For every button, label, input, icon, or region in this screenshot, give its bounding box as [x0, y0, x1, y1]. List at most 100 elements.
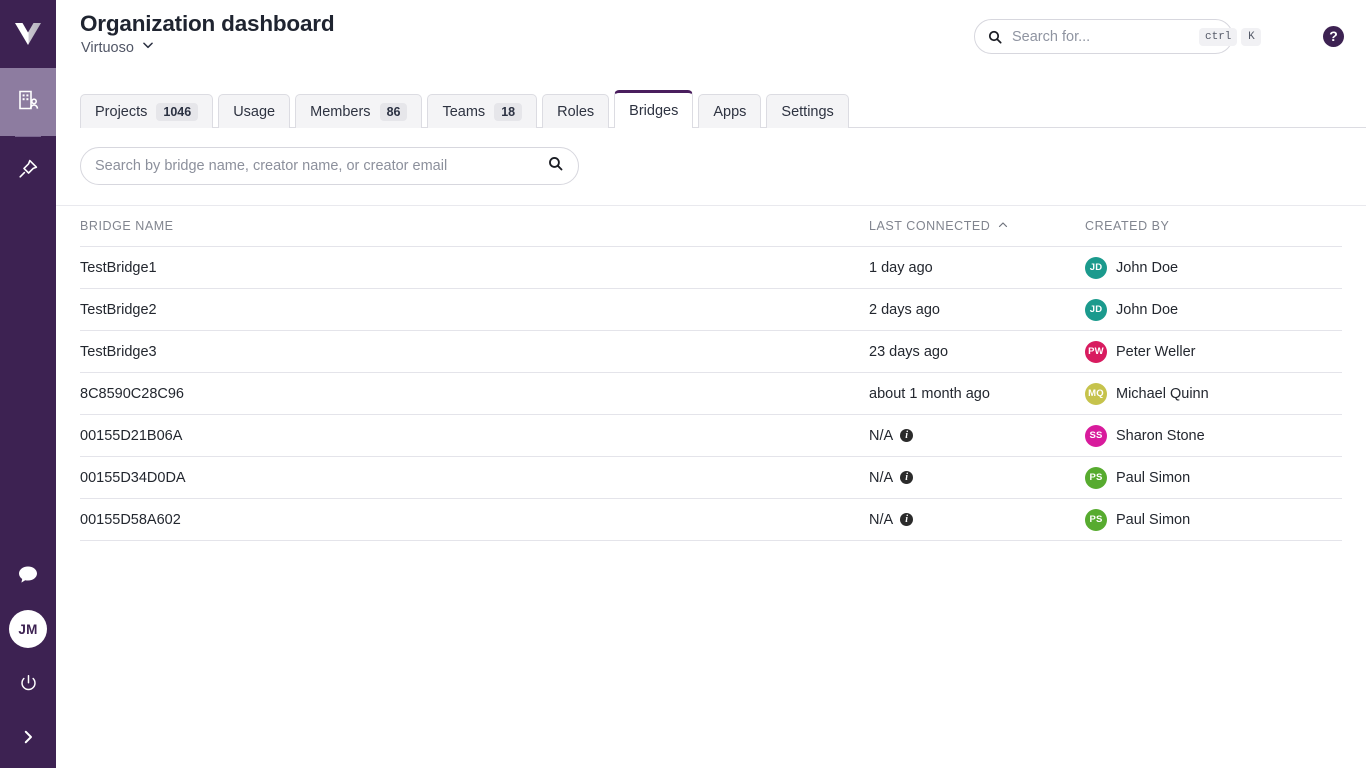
tab-label: Usage [233, 104, 275, 120]
avatar: JD [1085, 299, 1107, 321]
table-row-separator [80, 540, 1342, 541]
info-icon[interactable]: i [900, 429, 913, 442]
table-row[interactable]: TestBridge11 day agoJDJohn Doe [56, 247, 1366, 288]
avatar: PW [1085, 341, 1107, 363]
table-row[interactable]: TestBridge22 days ago JD John Doe [56, 289, 1366, 330]
organization-building-user-icon [16, 88, 40, 117]
search-icon [987, 29, 1003, 45]
cell-bridge-name: 00155D21B06A [80, 428, 869, 444]
cell-last-connected: about 1 month ago [869, 386, 1085, 402]
avatar: PS [1085, 467, 1107, 489]
info-icon[interactable]: i [900, 471, 913, 484]
cell-bridge-name: TestBridge3 [80, 344, 869, 360]
tab-settings[interactable]: Settings [766, 94, 848, 128]
org-name: Virtuoso [81, 40, 134, 56]
chevron-right-icon[interactable] [0, 706, 56, 768]
cell-last-connected: N/A i [869, 470, 1085, 486]
creator-name: Sharon Stone [1116, 428, 1205, 444]
app-root: JM Organization dashboard Virtuoso [0, 0, 1366, 768]
cell-created-by: MQ Michael Quinn [1085, 383, 1342, 405]
table-row[interactable]: 8C8590C28C96about 1 month ago MQ Michael Q… [56, 373, 1366, 414]
search-input[interactable] [1003, 29, 1199, 45]
tab-usage[interactable]: Usage [218, 94, 290, 128]
creator-name: Michael Quinn [1116, 386, 1209, 402]
info-icon[interactable]: i [900, 513, 913, 526]
virtuoso-v-logo-icon[interactable] [0, 0, 56, 68]
last-connected-value: 2 days ago [869, 302, 940, 318]
cell-last-connected: N/A i [869, 428, 1085, 444]
column-header-bridge-name[interactable]: BRIDGE NAME [80, 219, 869, 233]
global-search[interactable]: ctrl K [974, 19, 1233, 54]
kbd-k: K [1241, 28, 1261, 46]
creator-name: John Doe [1116, 260, 1178, 276]
cell-created-by: SS Sharon Stone [1085, 425, 1342, 447]
tab-badge: 1046 [156, 103, 198, 121]
table-row[interactable]: 00155D21B06AN/A i SS Sharon Stone [56, 415, 1366, 456]
column-header-created-by[interactable]: CREATED BY [1085, 219, 1342, 233]
creator-name: Paul Simon [1116, 512, 1190, 528]
tab-label: Bridges [629, 103, 678, 119]
cell-last-connected: 23 days ago [869, 344, 1085, 360]
tab-bridges[interactable]: Bridges [614, 90, 693, 128]
topbar: Organization dashboard Virtuoso [56, 0, 1366, 88]
chevron-down-icon [141, 38, 155, 57]
tab-badge: 86 [380, 103, 408, 121]
help-circle-icon[interactable]: ? [1323, 26, 1344, 47]
table-row[interactable]: 00155D34D0DAN/A i PS Paul Simon [56, 457, 1366, 498]
cell-bridge-name: 8C8590C28C96 [80, 386, 869, 402]
column-header-label: LAST CONNECTED [869, 219, 990, 233]
last-connected-value: N/A [869, 428, 893, 444]
cell-created-by: PSPaul Simon [1085, 509, 1342, 531]
chat-bubble-icon[interactable] [0, 548, 56, 602]
user-avatar[interactable]: JM [9, 610, 47, 648]
user-avatar-initials: JM [18, 622, 37, 637]
cell-last-connected: 1 day ago [869, 260, 1085, 276]
tab-label: Teams [442, 104, 485, 120]
last-connected-value: 1 day ago [869, 260, 933, 276]
pin-icon [16, 157, 40, 186]
avatar: JD [1085, 257, 1107, 279]
tab-apps[interactable]: Apps [698, 94, 761, 128]
tab-roles[interactable]: Roles [542, 94, 609, 128]
search-icon[interactable] [547, 155, 564, 177]
bridge-search[interactable] [80, 147, 579, 185]
creator-name: Paul Simon [1116, 470, 1190, 486]
sidebar-item-pinned[interactable] [0, 137, 56, 205]
table-header-row: BRIDGE NAME LAST CONNECTED CREATED BY [56, 206, 1366, 246]
last-connected-value: 23 days ago [869, 344, 948, 360]
tab-projects[interactable]: Projects 1046 [80, 94, 213, 128]
cell-created-by: PW Peter Weller [1085, 341, 1342, 363]
tab-teams[interactable]: Teams 18 [427, 94, 537, 128]
cell-bridge-name: 00155D34D0DA [80, 470, 869, 486]
tab-label: Apps [713, 104, 746, 120]
main-area: Organization dashboard Virtuoso [56, 0, 1366, 768]
org-switcher[interactable]: Virtuoso [81, 38, 155, 57]
sidebar-item-organization[interactable] [0, 68, 56, 136]
cell-created-by: JD John Doe [1085, 299, 1342, 321]
last-connected-value: N/A [869, 512, 893, 528]
table-row[interactable]: TestBridge323 days ago PW Peter Weller [56, 331, 1366, 372]
sidebar-bottom-group: JM [0, 548, 56, 768]
tab-label: Members [310, 104, 370, 120]
kbd-ctrl: ctrl [1199, 28, 1237, 46]
avatar: MQ [1085, 383, 1107, 405]
tab-members[interactable]: Members 86 [295, 94, 422, 128]
cell-last-connected: 2 days ago [869, 302, 1085, 318]
last-connected-value: N/A [869, 470, 893, 486]
tab-bar: Projects 1046 Usage Members 86 Teams 18 … [80, 88, 1366, 128]
column-header-last-connected[interactable]: LAST CONNECTED [869, 219, 1085, 234]
last-connected-value: about 1 month ago [869, 386, 990, 402]
creator-name: Peter Weller [1116, 344, 1196, 360]
avatar: SS [1085, 425, 1107, 447]
tab-label: Settings [781, 104, 833, 120]
power-icon[interactable] [0, 660, 56, 706]
page-title: Organization dashboard [80, 11, 334, 37]
cell-created-by: JD John Doe [1085, 257, 1342, 279]
chevron-up-icon [997, 219, 1009, 234]
creator-name: John Doe [1116, 302, 1178, 318]
bridge-search-input[interactable] [95, 158, 547, 174]
cell-last-connected: N/A i [869, 512, 1085, 528]
table-row[interactable]: 00155D58A602N/AiPSPaul Simon [56, 499, 1366, 540]
tab-label: Roles [557, 104, 594, 120]
cell-bridge-name: TestBridge2 [80, 302, 869, 318]
